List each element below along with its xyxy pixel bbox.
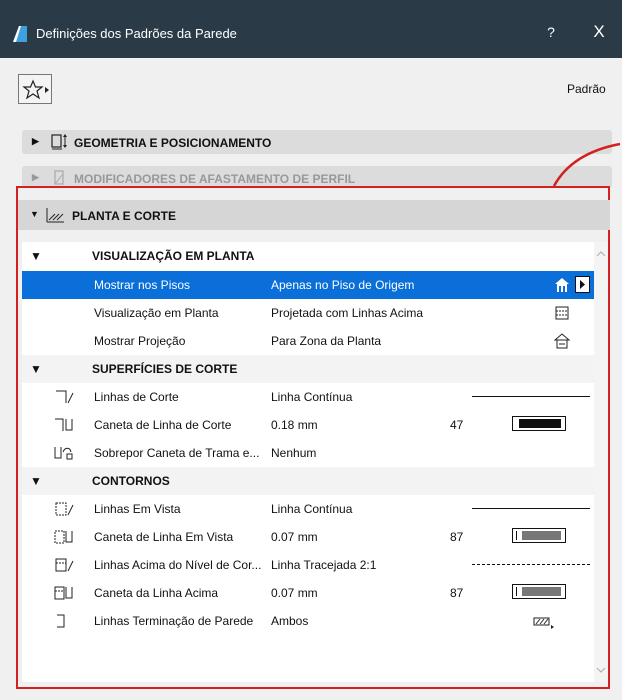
row-value[interactable]: 0.07 mm [271,586,318,600]
row-label: Visualização em Planta [94,306,219,320]
expand-arrow-icon: ▶ [32,136,39,146]
group-header-cut-surfaces[interactable]: ▼ SUPERFÍCIES DE CORTE [22,355,594,383]
pen-number[interactable]: 87 [450,586,463,600]
floor-plan-section-icon [46,208,64,223]
view-line-icon [55,502,74,516]
collapse-arrow-icon: ▼ [30,362,42,376]
group-label: VISUALIZAÇÃO EM PLANTA [92,249,255,263]
row-label: Sobrepor Caneta de Trama e... [94,446,260,460]
section-label: GEOMETRIA E POSICIONAMENTO [74,136,272,150]
table-row[interactable]: Mostrar Projeção Para Zona da Planta [22,327,594,355]
projected-icon [555,306,569,320]
table-row[interactable]: Linhas Em Vista Linha Contínua [22,495,594,523]
table-row[interactable]: Linhas Acima do Nível de Cor... Linha Tr… [22,551,594,579]
expand-arrow-icon: ▶ [32,172,39,182]
line-type-preview [472,508,590,509]
section-label: PLANTA E CORTE [72,209,176,223]
section-geometry[interactable]: ▶ GEOMETRIA E POSICIONAMENTO [22,130,612,154]
favorites-button[interactable] [18,74,52,104]
settings-table: ▼ VISUALIZAÇÃO EM PLANTA Mostrar nos Pis… [22,242,594,682]
cut-pen-icon [55,418,73,431]
close-button[interactable]: X [587,22,611,46]
help-button[interactable]: ? [541,24,561,44]
title-bar: Definições dos Padrões da Parede ? X [0,0,622,58]
dropdown-arrow-icon[interactable] [575,276,590,293]
scrollbar[interactable] [594,242,608,682]
pen-number[interactable]: 47 [450,418,463,432]
row-label: Linhas Terminação de Parede [94,614,254,628]
row-value[interactable]: Para Zona da Planta [271,334,381,348]
line-type-preview [472,396,590,397]
row-value[interactable]: Linha Contínua [271,502,352,516]
line-type-preview [472,564,590,565]
row-value[interactable]: Linha Contínua [271,390,352,404]
section-floor-plan-section[interactable]: ▼ PLANTA E CORTE [18,200,610,230]
home-story-icon [555,278,569,292]
row-value[interactable]: Nenhum [271,446,316,460]
collapse-arrow-icon: ▼ [30,209,39,219]
geometry-icon [51,134,67,150]
table-row[interactable]: Caneta de Linha Em Vista 0.07 mm 87 [22,523,594,551]
pen-color-swatch[interactable] [512,584,566,599]
wall-end-both-icon [533,617,554,629]
scroll-up-icon[interactable] [596,250,606,258]
row-value[interactable]: Ambos [271,614,308,628]
table-row[interactable]: Mostrar nos Pisos Apenas no Piso de Orig… [22,271,594,299]
view-pen-icon [54,530,73,544]
pen-number[interactable]: 87 [450,530,463,544]
scroll-down-icon[interactable] [596,666,606,674]
row-label: Caneta de Linha de Corte [94,418,232,432]
section-profile-modifiers[interactable]: ▶ MODIFICADORES DE AFASTAMENTO DE PERFIL [22,166,612,188]
override-pen-icon [54,447,73,460]
collapse-arrow-icon: ▼ [30,474,42,488]
overhead-line-icon [55,558,74,572]
group-label: SUPERFÍCIES DE CORTE [92,362,238,376]
app-logo-icon [13,26,27,42]
table-row[interactable]: Caneta da Linha Acima 0.07 mm 87 [22,579,594,607]
window-title: Definições dos Padrões da Parede [36,26,237,41]
pen-color-swatch[interactable] [512,528,566,543]
group-label: CONTORNOS [92,474,170,488]
table-row[interactable]: Visualização em Planta Projetada com Lin… [22,299,594,327]
row-label: Caneta da Linha Acima [94,586,219,600]
default-label: Padrão [567,82,606,96]
table-row[interactable]: Sobrepor Caneta de Trama e... Nenhum [22,439,594,467]
group-header-floor-plan-display[interactable]: ▼ VISUALIZAÇÃO EM PLANTA [22,242,594,270]
pen-color-swatch[interactable] [512,416,566,431]
group-header-outlines[interactable]: ▼ CONTORNOS [22,467,594,495]
annotation-arc [552,142,621,187]
collapse-arrow-icon: ▼ [30,249,42,263]
overhead-pen-icon [54,586,73,600]
table-row[interactable]: Linhas Terminação de Parede Ambos [22,607,594,635]
cut-line-icon [56,390,74,404]
row-value[interactable]: Linha Tracejada 2:1 [271,558,376,572]
projection-zone-icon [553,333,571,349]
row-label: Caneta de Linha Em Vista [94,530,234,544]
star-icon [22,79,49,100]
row-label: Linhas Em Vista [94,502,181,516]
wall-end-icon [57,614,65,628]
table-row[interactable]: Caneta de Linha de Corte 0.18 mm 47 [22,411,594,439]
profile-modifier-icon [54,170,64,185]
row-value[interactable]: 0.07 mm [271,530,318,544]
row-value[interactable]: Projetada com Linhas Acima [271,306,423,320]
section-label: MODIFICADORES DE AFASTAMENTO DE PERFIL [74,172,356,186]
row-label: Mostrar Projeção [94,334,186,348]
table-row[interactable]: Linhas de Corte Linha Contínua [22,383,594,411]
row-label: Mostrar nos Pisos [94,278,191,292]
row-value[interactable]: Apenas no Piso de Origem [271,278,414,292]
row-label: Linhas Acima do Nível de Cor... [94,558,262,572]
row-label: Linhas de Corte [94,390,179,404]
row-value[interactable]: 0.18 mm [271,418,318,432]
